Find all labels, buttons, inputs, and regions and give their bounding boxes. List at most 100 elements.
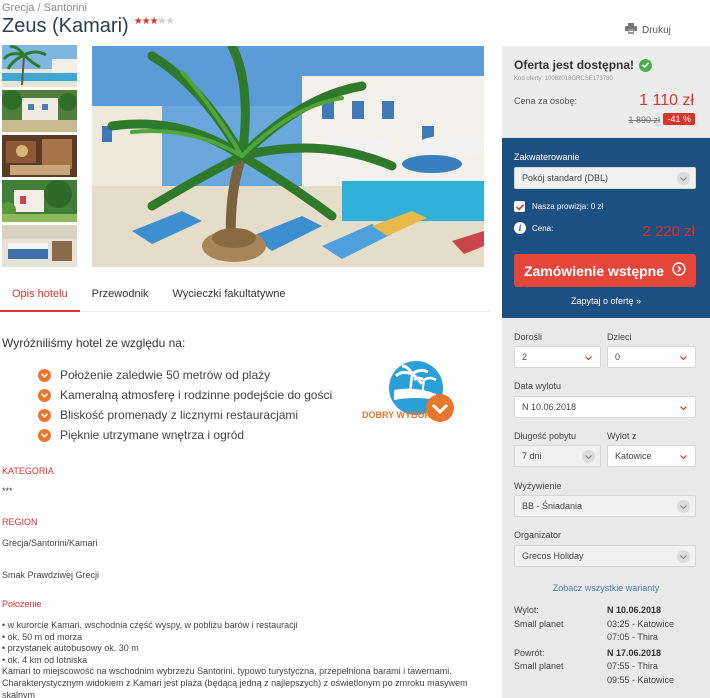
kategoria-label: KATEGORIA bbox=[2, 466, 54, 476]
thumbnail-2[interactable] bbox=[2, 90, 77, 132]
organizer-label: Organizator bbox=[514, 530, 562, 540]
offer-available-text: Oferta jest dostępna! bbox=[514, 58, 635, 72]
commission-row: Nasza prowizja: 0 zł bbox=[514, 201, 603, 212]
thumbnail-3[interactable] bbox=[2, 135, 77, 177]
length-select[interactable]: 7 dni bbox=[514, 445, 601, 467]
chevron-right-circle-icon bbox=[672, 262, 686, 279]
discount-badge: -41 % bbox=[663, 113, 695, 125]
departure-from-label: Wylot z bbox=[607, 431, 637, 441]
polozenie-label: Położenie bbox=[2, 599, 42, 609]
return-arrival: 09:55 - Katowice bbox=[607, 675, 675, 685]
chevron-down-icon bbox=[582, 351, 595, 364]
booking-box: Zakwaterowanie Pokój standard (DBL) Nasz… bbox=[502, 138, 710, 318]
good-choice-badge: DOBRY WYBÓR bbox=[360, 360, 456, 426]
board-select[interactable]: BB - Śniadania bbox=[514, 495, 696, 517]
benefit-text: Kameralną atmosferę i rodzinne podejście… bbox=[60, 388, 333, 402]
tab-wycieczki[interactable]: Wycieczki fakultatywne bbox=[161, 282, 298, 311]
benefit-text: Bliskość promenady z licznymi restauracj… bbox=[60, 408, 299, 422]
organizer-select[interactable]: Grecos Holiday bbox=[514, 545, 696, 567]
children-label: Dzieci bbox=[607, 332, 632, 342]
benefit-item: Bliskość promenady z licznymi restauracj… bbox=[38, 405, 332, 425]
title-row: Zeus (Kamari) ★★★★★ bbox=[2, 15, 175, 38]
offer-code: Kod oferty: 10062018GRCSE173780 bbox=[514, 76, 613, 82]
benefit-text: Pięknie utrzymane wnętrza i ogród bbox=[60, 428, 245, 442]
region-value: Grecja/Santorini/Kamari bbox=[2, 538, 98, 548]
chevron-down-icon bbox=[677, 500, 690, 513]
kategoria-value: *** bbox=[2, 486, 13, 496]
outbound-label: Wylot: bbox=[514, 605, 539, 615]
board-label: Wyżywienie bbox=[514, 481, 562, 491]
children-select[interactable]: 0 bbox=[607, 346, 696, 368]
check-icon bbox=[38, 368, 51, 382]
chevron-down-icon bbox=[677, 351, 690, 364]
print-button[interactable]: Drukuj bbox=[625, 23, 671, 37]
thumbnail-strip bbox=[2, 45, 77, 270]
chevron-down-icon bbox=[677, 550, 690, 563]
return-date: N 17.06.2018 bbox=[607, 648, 662, 658]
thumbnail-5[interactable] bbox=[2, 225, 77, 267]
benefits-list: Położenie zaledwie 50 metrów od plaży Ka… bbox=[38, 365, 332, 445]
outbound-date: N 10.06.2018 bbox=[607, 605, 662, 615]
offer-summary: Oferta jest dostępna! Kod oferty: 100620… bbox=[502, 46, 710, 138]
chevron-down-icon bbox=[677, 401, 690, 414]
departure-from-select[interactable]: Katowice bbox=[607, 445, 696, 467]
region-label: REGION bbox=[2, 517, 38, 527]
order-button-label: Zamówienie wstępne bbox=[523, 262, 665, 279]
tab-przewodnik[interactable]: Przewodnik bbox=[80, 282, 161, 311]
adults-select[interactable]: 2 bbox=[514, 346, 601, 368]
old-price: 1 890 zł bbox=[628, 115, 660, 125]
benefit-item: Położenie zaledwie 50 metrów od plaży bbox=[38, 365, 332, 385]
commission-checkbox[interactable] bbox=[514, 201, 525, 212]
departure-from-value: Katowice bbox=[615, 451, 652, 461]
per-person-label: Cena za osobę: bbox=[514, 96, 578, 106]
return-carrier: Small planet bbox=[514, 661, 564, 671]
board-value: BB - Śniadania bbox=[522, 501, 583, 511]
polozenie-line: • przystanek autobusowy ok. 30 m bbox=[2, 643, 139, 654]
why-heading: Wyróżniliśmy hotel ze względu na: bbox=[2, 336, 186, 350]
length-label: Długość pobytu bbox=[514, 431, 577, 441]
check-icon bbox=[38, 388, 51, 402]
content-tabs: Opis hotelu Przewodnik Wycieczki fakulta… bbox=[0, 282, 490, 312]
benefit-item: Pięknie utrzymane wnętrza i ogród bbox=[38, 425, 332, 445]
polozenie-text: • w kurorcie Kamari, wschodnia część wys… bbox=[2, 620, 482, 698]
booking-sidebar: Oferta jest dostępna! Kod oferty: 100620… bbox=[502, 46, 710, 698]
commission-text: Nasza prowizja: 0 zł bbox=[532, 202, 604, 211]
thumbnail-1[interactable] bbox=[2, 45, 77, 87]
main-hotel-photo[interactable] bbox=[92, 46, 484, 267]
departure-date-select[interactable]: N 10.06.2018 bbox=[514, 396, 696, 418]
breadcrumb[interactable]: Grecja / Santorini bbox=[2, 2, 87, 14]
chevron-down-icon bbox=[582, 450, 595, 463]
polozenie-line: • ok. 4 km od lotniska bbox=[2, 654, 88, 665]
adults-value: 2 bbox=[522, 352, 528, 362]
polozenie-line: • ok. 50 m od morza bbox=[2, 631, 83, 642]
departure-date-value: N 10.06.2018 bbox=[522, 402, 577, 412]
badge-text: DOBRY WYBÓR bbox=[362, 409, 432, 420]
thumbnail-4[interactable] bbox=[2, 180, 77, 222]
room-select[interactable]: Pokój standard (DBL) bbox=[514, 167, 696, 189]
stars-empty: ★★ bbox=[157, 16, 175, 27]
date-label: Data wylotu bbox=[514, 381, 562, 391]
benefit-text: Położenie zaledwie 50 metrów od plaży bbox=[60, 368, 271, 382]
return-label: Powrót: bbox=[514, 648, 545, 658]
polozenie-line: Charakterystycznym widokiem z Kamari jes… bbox=[2, 677, 468, 698]
check-circle-icon bbox=[639, 58, 653, 72]
return-departure: 07:55 - Thira bbox=[607, 661, 658, 671]
offer-available: Oferta jest dostępna! bbox=[514, 58, 653, 72]
stars-filled: ★★★ bbox=[133, 16, 159, 27]
organizer-value: Grecos Holiday bbox=[522, 551, 584, 561]
tab-opis-hotelu[interactable]: Opis hotelu bbox=[0, 282, 80, 312]
total-price: 2 220 zł bbox=[642, 223, 695, 240]
chevron-down-icon bbox=[677, 450, 690, 463]
polozenie-line: • w kurorcie Kamari, wschodnia część wys… bbox=[2, 620, 298, 630]
outbound-departure: 03:25 - Katowice bbox=[607, 619, 675, 629]
page-title: Zeus (Kamari) bbox=[2, 15, 129, 37]
adults-label: Dorośli bbox=[514, 332, 543, 342]
order-button[interactable]: Zamówienie wstępne bbox=[514, 254, 696, 287]
accommodation-label: Zakwaterowanie bbox=[514, 152, 580, 162]
per-person-price: 1 110 zł bbox=[639, 92, 694, 109]
polozenie-line: Kamari to miejscowość na wschodnim wybrz… bbox=[2, 666, 452, 677]
info-icon[interactable]: i bbox=[514, 222, 526, 234]
check-icon bbox=[38, 428, 51, 442]
ask-about-offer-link[interactable]: Zapytaj o ofertę » bbox=[502, 296, 710, 306]
see-all-variants-link[interactable]: Zobacz wszystkie warianty bbox=[502, 583, 710, 593]
